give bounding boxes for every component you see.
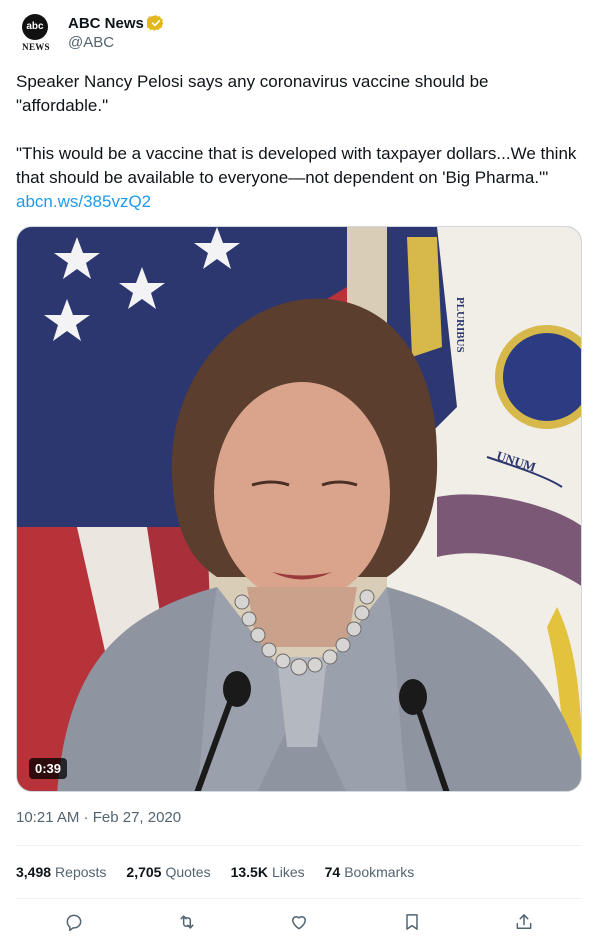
bookmarks-stat[interactable]: 74 Bookmarks xyxy=(325,864,415,880)
quotes-count: 2,705 xyxy=(126,864,162,880)
tweet-body: Speaker Nancy Pelosi says any coronaviru… xyxy=(16,72,577,187)
tweet-header: abc NEWS ABC News @ABC xyxy=(16,10,582,58)
likes-count: 13.5K xyxy=(230,864,268,880)
divider xyxy=(16,845,582,846)
reposts-stat[interactable]: 3,498 Reposts xyxy=(16,864,106,880)
bookmark-icon xyxy=(405,914,418,930)
action-bar xyxy=(16,900,582,944)
video-thumbnail: UNUM PLURIBUS xyxy=(17,227,581,791)
like-icon xyxy=(292,916,306,930)
tweet-link[interactable]: abcn.ws/385vzQ2 xyxy=(16,192,151,211)
reply-button[interactable] xyxy=(62,910,86,934)
tweet-text: Speaker Nancy Pelosi says any coronaviru… xyxy=(16,70,582,214)
bookmarks-label: Bookmarks xyxy=(344,864,415,880)
reposts-count: 3,498 xyxy=(16,864,52,880)
quotes-label: Quotes xyxy=(165,864,211,880)
verified-badge-icon xyxy=(146,15,164,31)
likes-label: Likes xyxy=(271,864,305,880)
reposts-label: Reposts xyxy=(55,864,107,880)
handle[interactable]: @ABC xyxy=(68,34,114,51)
like-button[interactable] xyxy=(287,910,311,934)
quotes-stat[interactable]: 2,705 Quotes xyxy=(126,864,210,880)
reply-icon xyxy=(66,914,82,932)
bookmark-button[interactable] xyxy=(400,910,424,934)
likes-stat[interactable]: 13.5K Likes xyxy=(231,864,305,880)
abc-logo: abc xyxy=(22,14,48,40)
avatar[interactable]: abc NEWS xyxy=(16,12,56,56)
video-duration: 0:39 xyxy=(29,758,68,779)
repost-icon xyxy=(179,915,194,929)
seal-text-pluribus: PLURIBUS xyxy=(454,297,466,353)
share-button[interactable] xyxy=(512,910,536,934)
name-row: ABC News xyxy=(68,12,165,34)
video-player[interactable]: UNUM PLURIBUS 0:39 xyxy=(16,226,582,792)
avatar-news-label: NEWS xyxy=(22,42,50,52)
share-icon xyxy=(516,914,532,929)
tweet-stats: 3,498 Reposts 2,705 Quotes 13.5K Likes 74 Bo… xyxy=(16,862,434,882)
bookmarks-count: 74 xyxy=(324,864,341,880)
tweet-timestamp[interactable]: 10:21 AM · Feb 27, 2020 xyxy=(16,809,181,826)
display-name[interactable]: ABC News xyxy=(68,15,144,32)
repost-button[interactable] xyxy=(175,910,199,934)
divider xyxy=(16,898,582,899)
